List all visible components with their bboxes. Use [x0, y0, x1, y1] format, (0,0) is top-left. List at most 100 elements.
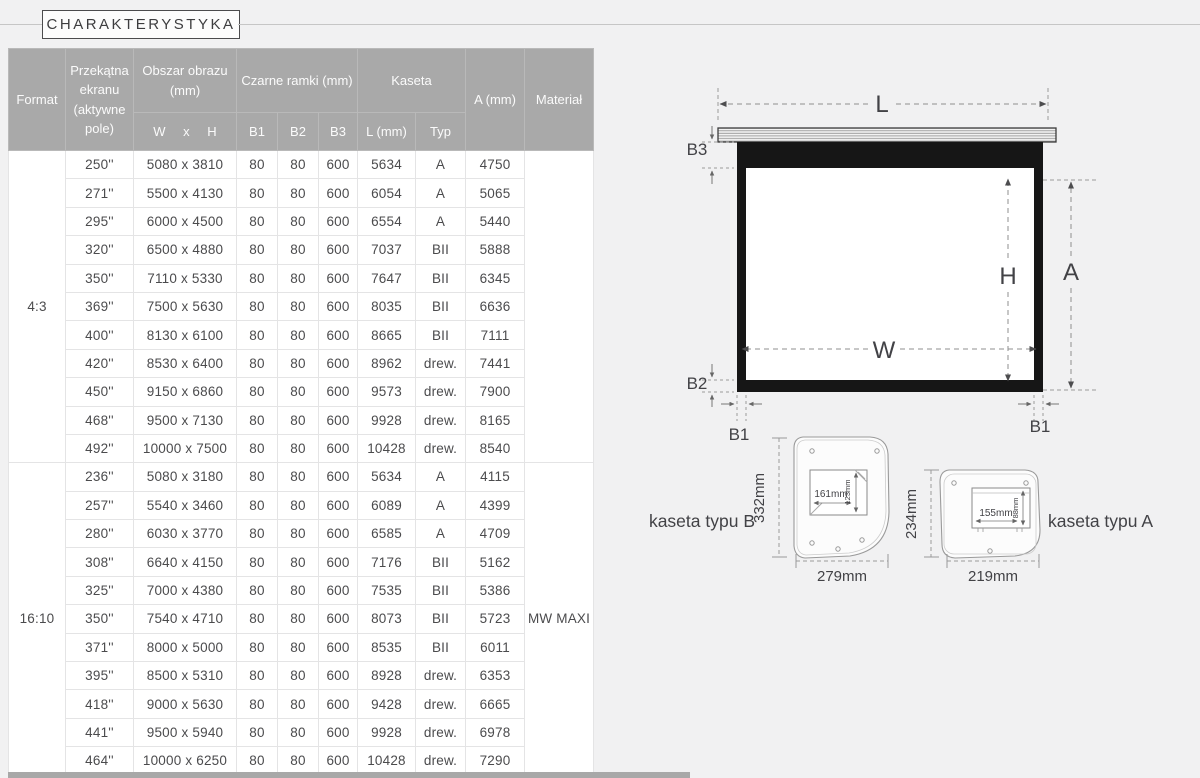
data-cell: 6665	[466, 690, 525, 718]
data-cell: 80	[237, 605, 278, 633]
col-subheader-b1: B1	[237, 113, 278, 151]
data-cell: 6640 x 4150	[134, 548, 237, 576]
data-cell: 5634	[358, 463, 416, 491]
data-cell: 5500 x 4130	[134, 179, 237, 207]
data-cell: drew.	[416, 434, 466, 462]
table-row: 395''8500 x 531080806008928drew.6353	[9, 662, 594, 690]
data-cell: 8540	[466, 434, 525, 462]
data-cell: 80	[237, 491, 278, 519]
data-cell: 5634	[358, 151, 416, 179]
data-cell: 350''	[66, 264, 134, 292]
data-cell: 80	[237, 690, 278, 718]
table-row: 371''8000 x 500080806008535BII6011	[9, 633, 594, 661]
data-cell: 9928	[358, 718, 416, 746]
data-cell: 80	[278, 207, 319, 235]
data-cell: 10000 x 6250	[134, 747, 237, 775]
dim-label-l: L	[875, 91, 888, 118]
data-cell: 7176	[358, 548, 416, 576]
table-row: 369''7500 x 563080806008035BII6636	[9, 292, 594, 320]
data-cell: 4750	[466, 151, 525, 179]
table-row: 16:10236''5080 x 318080806005634A4115MW …	[9, 463, 594, 491]
kaseta-a-height-label: 234mm	[903, 489, 920, 539]
next-section-header-partial	[8, 772, 690, 778]
data-cell: 80	[278, 463, 319, 491]
page: CHARAKTERYSTYKA Format Przekątna ekranu …	[0, 0, 1200, 778]
data-cell: BII	[416, 236, 466, 264]
kaseta-b-inner-height-label: 123mm	[843, 479, 852, 504]
data-cell: 80	[278, 747, 319, 775]
data-cell: drew.	[416, 718, 466, 746]
data-cell: 7290	[466, 747, 525, 775]
data-cell: 600	[319, 434, 358, 462]
data-cell: drew.	[416, 406, 466, 434]
table-row: 420''8530 x 640080806008962drew.7441	[9, 349, 594, 377]
data-cell: 600	[319, 520, 358, 548]
data-cell: BII	[416, 548, 466, 576]
data-cell: 8962	[358, 349, 416, 377]
data-cell: 600	[319, 292, 358, 320]
col-header-kaseta: Kaseta	[358, 49, 466, 113]
data-cell: 600	[319, 633, 358, 661]
data-cell: BII	[416, 576, 466, 604]
data-cell: 10428	[358, 747, 416, 775]
data-cell: 395''	[66, 662, 134, 690]
data-cell: 80	[237, 633, 278, 661]
data-cell: 295''	[66, 207, 134, 235]
dim-label-w: W	[873, 337, 896, 364]
data-cell: 80	[278, 576, 319, 604]
data-cell: drew.	[416, 349, 466, 377]
data-cell: 257''	[66, 491, 134, 519]
col-header-diagonal: Przekątna ekranu (aktywne pole)	[66, 49, 134, 151]
data-cell: 7000 x 4380	[134, 576, 237, 604]
data-cell: 80	[278, 151, 319, 179]
data-cell: 9428	[358, 690, 416, 718]
data-cell: 5162	[466, 548, 525, 576]
kaseta-a-label: kaseta typu A	[1048, 511, 1153, 531]
data-cell: A	[416, 491, 466, 519]
data-cell: 600	[319, 605, 358, 633]
data-cell: 7535	[358, 576, 416, 604]
col-subheader-typ: Typ	[416, 113, 466, 151]
data-cell: 7900	[466, 378, 525, 406]
col-header-a-mm: A (mm)	[466, 49, 525, 151]
data-cell: 8165	[466, 406, 525, 434]
data-cell: 5386	[466, 576, 525, 604]
table-row: 418''9000 x 563080806009428drew.6665	[9, 690, 594, 718]
data-cell: 10000 x 7500	[134, 434, 237, 462]
data-cell: 8535	[358, 633, 416, 661]
data-cell: 280''	[66, 520, 134, 548]
data-cell: 80	[237, 207, 278, 235]
dim-label-b2: B2	[687, 374, 708, 393]
data-cell: BII	[416, 605, 466, 633]
data-cell: 600	[319, 491, 358, 519]
data-cell: 600	[319, 690, 358, 718]
data-cell: drew.	[416, 747, 466, 775]
data-cell: 4709	[466, 520, 525, 548]
data-cell: 369''	[66, 292, 134, 320]
data-cell: 80	[237, 406, 278, 434]
data-cell: 80	[278, 349, 319, 377]
data-cell: 80	[278, 434, 319, 462]
data-cell: 80	[278, 264, 319, 292]
data-cell: drew.	[416, 690, 466, 718]
data-cell: 80	[237, 321, 278, 349]
col-subheader-wxh: W x H	[134, 113, 237, 151]
data-cell: 250''	[66, 151, 134, 179]
data-cell: 5440	[466, 207, 525, 235]
table-row: 400''8130 x 610080806008665BII7111	[9, 321, 594, 349]
spec-table-body: 4:3250''5080 x 381080806005634A4750271''…	[9, 151, 594, 776]
section-title-box: CHARAKTERYSTYKA	[42, 10, 240, 39]
data-cell: 600	[319, 179, 358, 207]
material-cell	[525, 151, 594, 463]
data-cell: 9000 x 5630	[134, 690, 237, 718]
data-cell: 9500 x 7130	[134, 406, 237, 434]
data-cell: 7647	[358, 264, 416, 292]
data-cell: 80	[237, 236, 278, 264]
data-cell: 600	[319, 151, 358, 179]
data-cell: 600	[319, 378, 358, 406]
data-cell: 308''	[66, 548, 134, 576]
data-cell: 6030 x 3770	[134, 520, 237, 548]
table-row: 271''5500 x 413080806006054A5065	[9, 179, 594, 207]
data-cell: 7500 x 5630	[134, 292, 237, 320]
data-cell: 80	[237, 264, 278, 292]
